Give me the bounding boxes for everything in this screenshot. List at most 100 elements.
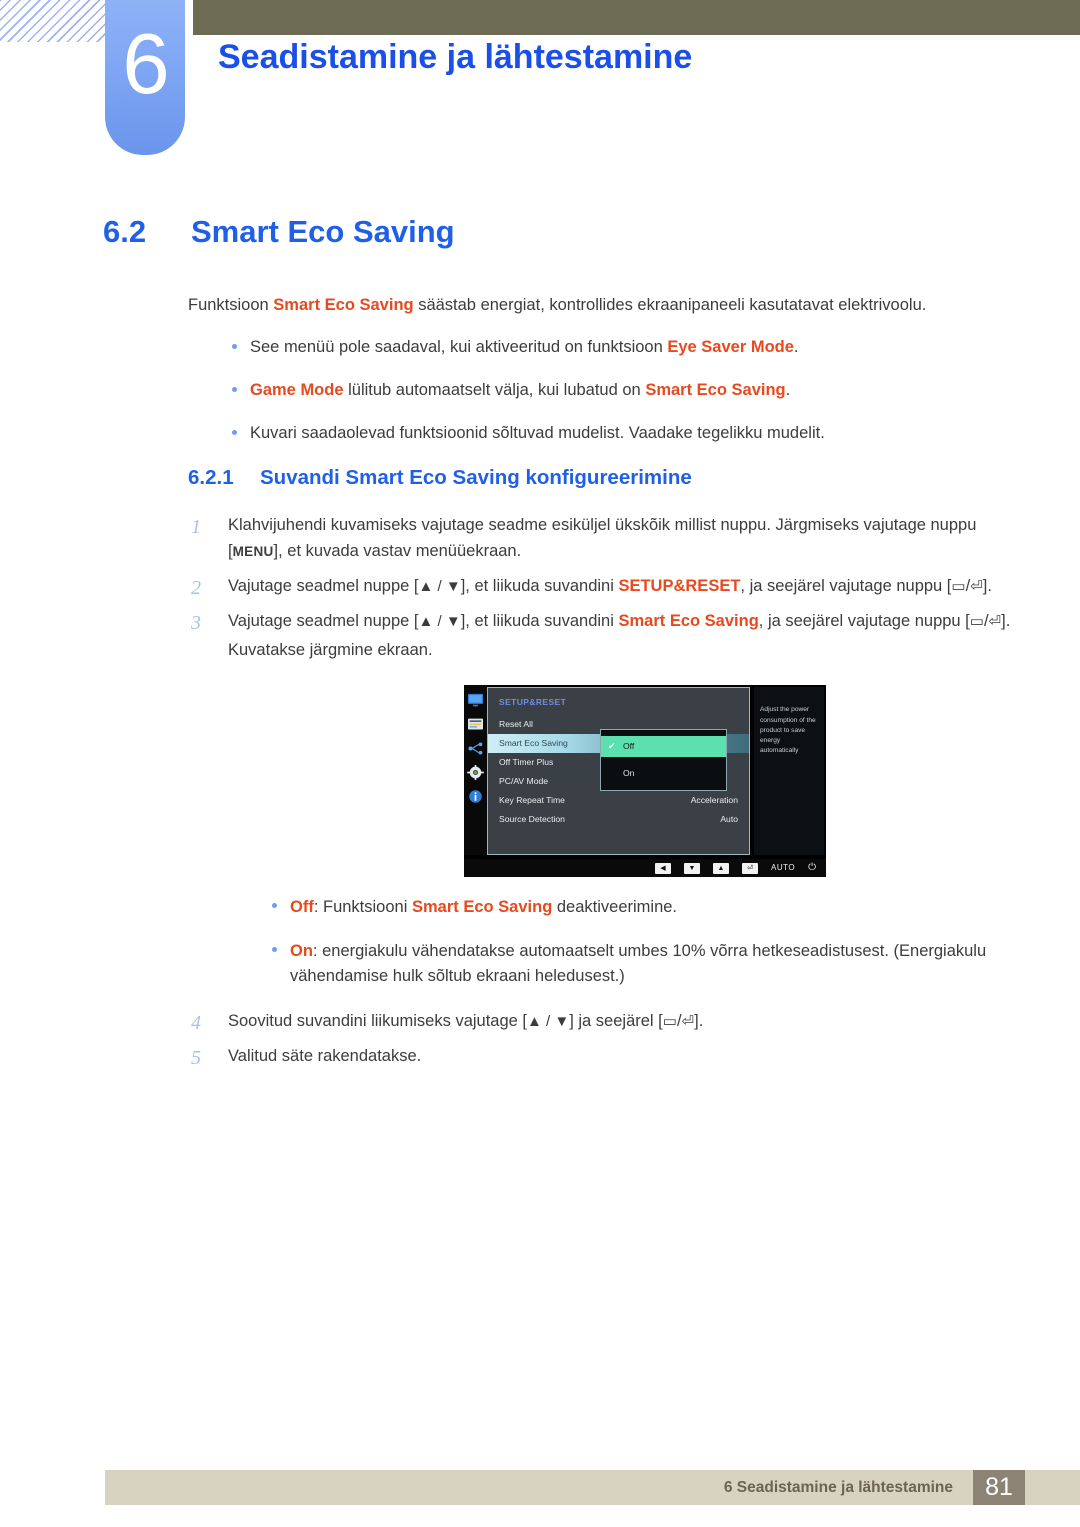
gear-icon bbox=[467, 765, 484, 781]
step-text-a: Vajutage seadmel nuppe [ bbox=[228, 611, 419, 630]
intro-paragraph: Funktsioon Smart Eco Saving säästab ener… bbox=[188, 294, 1013, 318]
chapter-number: 6 bbox=[122, 17, 169, 112]
osd-row-value: Auto bbox=[720, 814, 738, 825]
down-arrow-icon[interactable]: ▼ bbox=[684, 862, 700, 874]
step-note: Kuvatakse järgmine ekraan. bbox=[228, 640, 433, 659]
subsection-heading: 6.2.1 Suvandi Smart Eco Saving konfigure… bbox=[188, 466, 1013, 490]
osd-sidebar bbox=[464, 685, 487, 856]
osd-row-label: Smart Eco Saving bbox=[499, 738, 568, 749]
osd-screenshot-wrapper: SETUP&RESET Reset All Smart Eco Saving O… bbox=[464, 685, 1013, 878]
section-number: 6.2 bbox=[103, 214, 147, 249]
info-icon bbox=[469, 790, 482, 804]
step-number: 3 bbox=[191, 611, 201, 634]
note-item: Kuvari saadaolevad funktsioonid sõltuvad… bbox=[188, 422, 1013, 446]
step-text-a: Soovitud suvandini liikumiseks vajutage … bbox=[228, 1011, 527, 1030]
step-text-b: ], et liikuda suvandini bbox=[460, 577, 619, 596]
osd-button-bar: ◀ ▼ ▲ ⏎ AUTO ⏻ bbox=[464, 859, 826, 878]
step-number: 1 bbox=[191, 515, 201, 538]
document-page: 6 Seadistamine ja lähtestamine 6.2 Smart… bbox=[0, 0, 1080, 1527]
option-mid: : energiakulu vähendatakse automaatselt … bbox=[290, 941, 987, 986]
osd-row-source-detection[interactable]: Source Detection Auto bbox=[488, 810, 749, 829]
enter-icon[interactable]: ⏎ bbox=[742, 862, 758, 874]
option-highlight: Off bbox=[290, 898, 314, 917]
step-text-b: ] ja seejärel [ bbox=[569, 1011, 663, 1030]
step-item-1: 1 Klahvijuhendi kuvamiseks vajutage seadm… bbox=[188, 512, 1013, 565]
option-note-on: On: energiakulu vähendatakse automaatsel… bbox=[228, 939, 1013, 990]
power-icon[interactable]: ⏻ bbox=[808, 860, 816, 876]
step-text-a: Vajutage seadmel nuppe [ bbox=[228, 577, 419, 596]
note-plain: Kuvari saadaolevad funktsioonid sõltuvad… bbox=[250, 423, 825, 442]
osd-help-text: Adjust the power consumption of the prod… bbox=[754, 687, 824, 856]
step-text-d: ]. bbox=[982, 577, 992, 596]
up-arrow-icon[interactable]: ▲ bbox=[713, 862, 729, 874]
osd-submenu: ✔ Off On bbox=[600, 729, 727, 792]
arrow-keys-glyph: ▲ / ▼ bbox=[418, 578, 461, 596]
section-heading: 6.2 Smart Eco Saving bbox=[103, 214, 455, 250]
option-highlight-2: Smart Eco Saving bbox=[411, 898, 553, 917]
step-number: 4 bbox=[191, 1011, 201, 1034]
hatch-decoration bbox=[0, 0, 108, 42]
intro-after: säästab energiat, kontrollides ekraanipa… bbox=[413, 296, 927, 314]
osd-row-label: Key Repeat Time bbox=[499, 795, 565, 806]
osd-row-label: Source Detection bbox=[499, 814, 565, 825]
option-note-off: Off: Funktsiooni Smart Eco Saving deakti… bbox=[228, 895, 1013, 921]
monitor-icon bbox=[468, 694, 483, 707]
subsection-title: Suvandi Smart Eco Saving konfigureerimin… bbox=[260, 465, 692, 489]
osd-submenu-option-on[interactable]: On bbox=[601, 763, 726, 784]
arrow-keys-glyph: ▲ / ▼ bbox=[527, 1012, 570, 1030]
option-mid: : Funktsiooni bbox=[313, 898, 412, 917]
osd-row-label: Reset All bbox=[499, 719, 533, 730]
step-highlight: Smart Eco Saving bbox=[618, 611, 759, 630]
option-highlight: On bbox=[290, 941, 313, 960]
enter-key-glyph: ⏎ bbox=[681, 1012, 695, 1030]
step-number: 2 bbox=[191, 577, 201, 600]
step-highlight: SETUP&RESET bbox=[618, 577, 741, 596]
source-key-glyph: ▭ bbox=[969, 612, 984, 630]
check-icon: ✔ bbox=[608, 741, 616, 752]
osd-row-label: PC/AV Mode bbox=[499, 776, 549, 787]
step-item-4: 4 Soovitud suvandini liikumiseks vajutage… bbox=[188, 1008, 1013, 1035]
note-highlight: Eye Saver Mode bbox=[667, 337, 794, 356]
step-item-2: 2 Vajutage seadmel nuppe [▲ / ▼], et liik… bbox=[188, 573, 1013, 600]
auto-button-label[interactable]: AUTO bbox=[771, 862, 795, 875]
section-title: Smart Eco Saving bbox=[191, 214, 455, 249]
steps-list: 1 Klahvijuhendi kuvamiseks vajutage seadm… bbox=[188, 512, 1013, 1070]
osd-row-value: Acceleration bbox=[690, 795, 738, 806]
note-before: See menüü pole saadaval, kui aktiveeritu… bbox=[250, 337, 668, 356]
note-item: Game Mode lülitub automaatselt välja, ku… bbox=[188, 379, 1013, 403]
source-key-glyph: ▭ bbox=[662, 1012, 677, 1030]
option-notes-list: Off: Funktsiooni Smart Eco Saving deakti… bbox=[228, 895, 1013, 990]
chapter-tab: 6 bbox=[105, 0, 185, 155]
osd-row-key-repeat-time[interactable]: Key Repeat Time Acceleration bbox=[488, 791, 749, 810]
osd-submenu-option-off[interactable]: ✔ Off bbox=[601, 736, 726, 758]
page-number: 81 bbox=[973, 1470, 1025, 1505]
step-text-b: ], et kuvada vastav menüüekraan. bbox=[273, 542, 522, 561]
left-arrow-icon[interactable]: ◀ bbox=[655, 862, 671, 874]
note-after: . bbox=[785, 380, 791, 399]
step-text-d: ]. bbox=[694, 1011, 704, 1030]
enter-key-glyph: ⏎ bbox=[970, 578, 983, 596]
node-icon bbox=[468, 742, 483, 755]
note-highlight: Game Mode bbox=[250, 380, 344, 399]
step-text-d: ]. bbox=[1001, 611, 1011, 630]
step-text-c: , ja seejärel vajutage nuppu [ bbox=[758, 611, 970, 630]
subsection-number: 6.2.1 bbox=[188, 465, 234, 489]
osd-category-label: SETUP&RESET bbox=[499, 697, 567, 708]
step-number: 5 bbox=[191, 1046, 201, 1069]
intro-highlight: Smart Eco Saving bbox=[273, 296, 414, 314]
arrow-keys-glyph: ▲ / ▼ bbox=[418, 612, 461, 630]
page-content: Funktsioon Smart Eco Saving säästab ener… bbox=[188, 294, 1013, 1077]
header-bar bbox=[193, 0, 1080, 35]
osd-submenu-label: Off bbox=[623, 741, 635, 752]
enter-key-glyph: ⏎ bbox=[988, 612, 1002, 630]
notes-list: See menüü pole saadaval, kui aktiveeritu… bbox=[188, 336, 1013, 446]
source-key-glyph: ▭ bbox=[951, 578, 966, 596]
osd-submenu-label: On bbox=[623, 768, 635, 779]
osd-screenshot: SETUP&RESET Reset All Smart Eco Saving O… bbox=[464, 685, 826, 878]
chapter-title: Seadistamine ja lähtestamine bbox=[218, 38, 693, 76]
note-mid: lülitub automaatselt välja, kui lubatud … bbox=[343, 380, 646, 399]
note-highlight-2: Smart Eco Saving bbox=[645, 380, 786, 399]
menu-key-label: MENU bbox=[232, 544, 274, 560]
step-item-5: 5 Valitud säte rakendatakse. bbox=[188, 1043, 1013, 1070]
note-item: See menüü pole saadaval, kui aktiveeritu… bbox=[188, 336, 1013, 360]
